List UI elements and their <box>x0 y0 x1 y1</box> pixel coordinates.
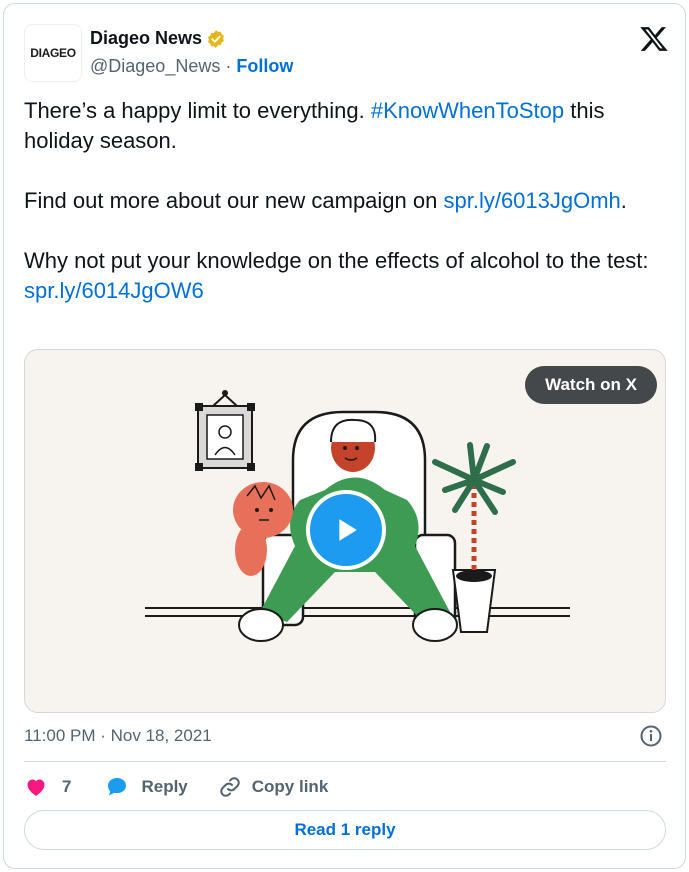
campaign-link[interactable]: spr.ly/6013JgOmh <box>443 188 620 213</box>
reply-button[interactable]: Reply <box>105 775 188 799</box>
tweet-paragraph-1: There’s a happy limit to everything. #Kn… <box>24 98 605 153</box>
play-button[interactable] <box>306 490 386 570</box>
watch-on-x-button[interactable]: Watch on X <box>525 366 657 404</box>
quiz-link[interactable]: spr.ly/6014JgOW6 <box>24 278 204 303</box>
read-replies-button[interactable]: Read 1 reply <box>24 810 666 850</box>
tweet-card: DIAGEO Diageo News @Diageo_News · Follow… <box>3 3 686 869</box>
picture-frame <box>195 390 255 471</box>
reply-label: Reply <box>141 777 188 796</box>
tweet-text: There’s a happy limit to everything. #Kn… <box>24 96 674 336</box>
hashtag-link[interactable]: #KnowWhenToStop <box>371 98 564 123</box>
divider <box>24 761 666 762</box>
reply-bubble-icon <box>108 778 127 796</box>
like-button[interactable]: 7 <box>24 775 71 799</box>
heart-icon <box>27 779 45 796</box>
x-logo-icon[interactable] <box>639 24 669 54</box>
video-media[interactable]: Watch on X <box>24 349 666 713</box>
like-count: 7 <box>62 777 72 796</box>
tweet-actions: 7 Reply Copy link <box>24 772 328 802</box>
copy-link-button[interactable]: Copy link <box>218 775 329 799</box>
info-icon[interactable] <box>639 724 663 748</box>
follow-button[interactable]: Follow <box>236 56 293 77</box>
link-icon <box>220 777 240 797</box>
author-display-name[interactable]: Diageo News <box>90 28 202 49</box>
tweet-paragraph-2: Find out more about our new campaign on … <box>24 188 627 213</box>
copy-link-label: Copy link <box>251 777 329 796</box>
tweet-header: DIAGEO Diageo News @Diageo_News · Follow <box>24 24 669 84</box>
play-icon <box>339 519 357 541</box>
tweet-timestamp[interactable]: 11:00 PM · Nov 18, 2021 <box>24 726 212 746</box>
avatar[interactable]: DIAGEO <box>24 24 82 82</box>
author-handle-row: @Diageo_News · Follow <box>90 56 293 77</box>
author-name-row: Diageo News <box>90 28 226 49</box>
author-handle[interactable]: @Diageo_News <box>90 56 220 77</box>
verified-badge-icon <box>208 29 224 48</box>
handle-separator: · <box>225 56 232 76</box>
tweet-paragraph-3: Why not put your knowledge on the effect… <box>24 248 649 303</box>
